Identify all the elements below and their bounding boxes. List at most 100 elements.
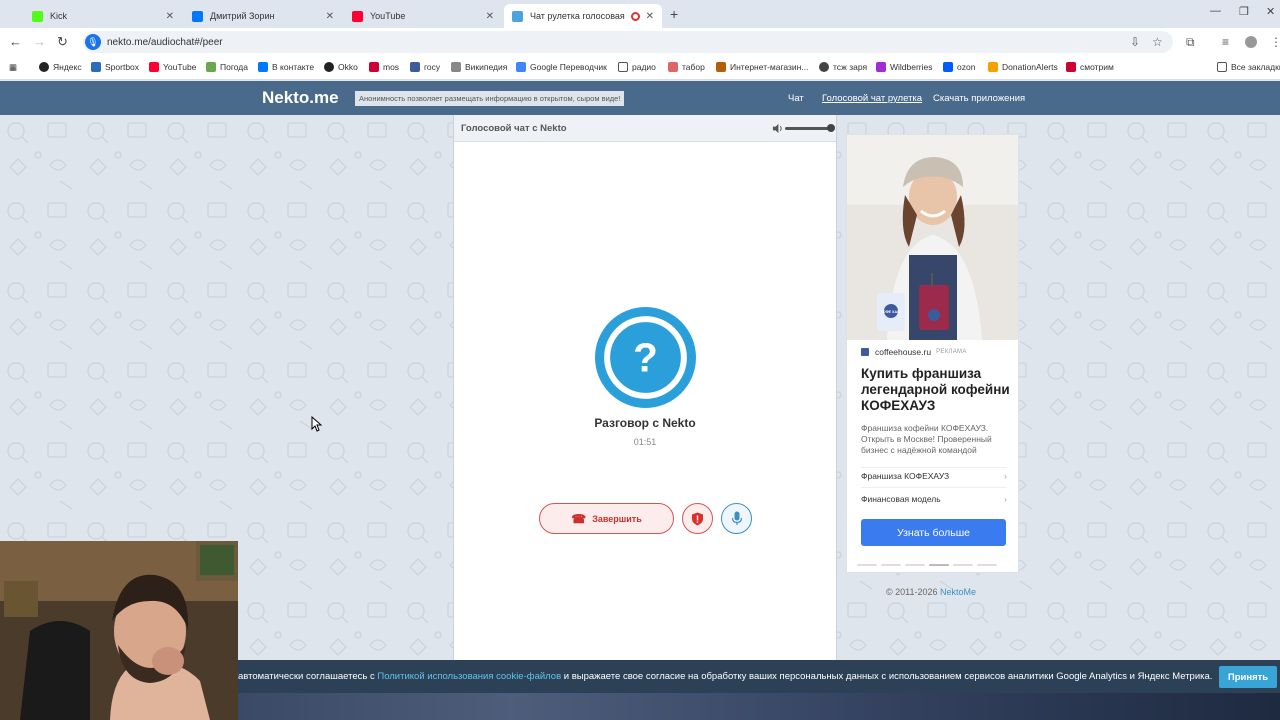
ad-divider [861, 487, 1007, 488]
okko-icon [324, 62, 334, 72]
ad-carousel-indicator [857, 564, 997, 566]
ad-link-financial-model[interactable]: Финансовая модель › [861, 494, 1007, 504]
cookie-accept-button[interactable]: Принять [1219, 666, 1277, 688]
install-app-icon[interactable]: ⇩ [1130, 35, 1140, 49]
close-tab-icon[interactable]: ✕ [646, 11, 654, 22]
report-button[interactable] [682, 503, 713, 534]
bookmark-tabor[interactable]: табор [668, 62, 705, 72]
ad-domain[interactable]: coffeehouse.ru РЕКЛАМА [861, 347, 967, 357]
copyright-text: © 2011-2026 [886, 587, 938, 597]
bookmark-weather[interactable]: Погода [206, 62, 248, 72]
close-tab-icon[interactable]: ✕ [166, 11, 174, 22]
minimize-icon[interactable]: — [1210, 5, 1221, 17]
bookmark-yandex[interactable]: Яндекс [39, 62, 82, 72]
end-call-button[interactable]: ☎ Завершить [539, 503, 674, 534]
new-tab-icon[interactable]: + [670, 6, 678, 22]
carousel-dot[interactable] [929, 564, 949, 566]
bookmark-label: Sportbox [105, 62, 140, 72]
bookmark-all-bookmarks[interactable]: Все закладки [1217, 62, 1280, 72]
address-bar[interactable]: 🎙 nekto.me/audiochat#/peer [83, 31, 1173, 53]
cookie-consent-text: автоматически соглашаетесь с Политикой и… [238, 671, 1212, 682]
reload-icon[interactable]: ↻ [57, 34, 68, 50]
close-window-icon[interactable]: ✕ [1266, 5, 1275, 18]
microphone-icon [731, 511, 742, 525]
ozon-icon [943, 62, 953, 72]
bookmark-google-translate[interactable]: Google Переводчик [516, 62, 607, 72]
carousel-dot[interactable] [881, 564, 901, 566]
nav-link-voice-chat[interactable]: Голосовой чат рулетка [822, 93, 922, 104]
wildberries-icon [876, 62, 886, 72]
question-icon: ? [633, 335, 658, 381]
bookmark-mos[interactable]: mos [369, 62, 399, 72]
forward-icon[interactable]: → [33, 34, 46, 49]
url-text: nekto.me/audiochat#/peer [107, 36, 223, 48]
volume-slider-handle[interactable] [827, 124, 835, 132]
microphone-site-icon[interactable]: 🎙 [85, 34, 101, 50]
bookmark-ozon[interactable]: ozon [943, 62, 975, 72]
maximize-icon[interactable]: ❐ [1239, 5, 1249, 18]
site-logo[interactable]: Nekto.me [262, 88, 339, 108]
chat-header-title: Голосовой чат с Nekto [461, 122, 567, 134]
reading-list-icon[interactable]: ≡ [1222, 35, 1229, 49]
cookie-text-before: автоматически соглашаетесь с [238, 671, 378, 682]
shield-alert-icon [692, 512, 703, 525]
bookmark-donationalerts[interactable]: DonationAlerts [988, 62, 1058, 72]
nav-link-download-apps[interactable]: Скачать приложения [933, 93, 1025, 104]
bookmark-wikipedia[interactable]: Википедия [451, 62, 507, 72]
bookmark-gosu[interactable]: госу [410, 62, 440, 72]
nekto-favicon-icon [512, 10, 523, 22]
profile-avatar-icon[interactable] [1245, 36, 1257, 48]
ad-learn-more-button[interactable]: Узнать больше [861, 519, 1006, 546]
bookmark-vk[interactable]: В контакте [258, 62, 314, 72]
bookmark-sportbox[interactable]: Sportbox [91, 62, 139, 72]
volume-icon[interactable] [772, 123, 783, 134]
carousel-dot[interactable] [905, 564, 925, 566]
carousel-dot[interactable] [953, 564, 973, 566]
nav-link-chat[interactable]: Чат [788, 93, 804, 104]
volume-slider[interactable] [785, 127, 831, 130]
bookmark-label: Okko [338, 62, 358, 72]
browser-tab-vk[interactable]: Дмитрий Зорин ✕ [184, 4, 342, 28]
ad-photo[interactable]: КОФЕ ХАУЗ [847, 135, 1018, 340]
copyright-link[interactable]: NektoMe [940, 587, 976, 597]
bookmark-label: mos [383, 62, 400, 72]
ad-title[interactable]: Купить франшиза легендарной кофейни КОФЕ… [861, 366, 1011, 414]
bookmark-okko[interactable]: Okko [324, 62, 358, 72]
extensions-icon[interactable]: ⧉ [1186, 35, 1195, 50]
back-icon[interactable]: ← [9, 34, 22, 49]
bookmark-tszh[interactable]: тсж заря [819, 62, 867, 72]
bookmark-label: смотрим [1080, 62, 1114, 72]
browser-tab-youtube[interactable]: YouTube ✕ [344, 4, 502, 28]
browser-tab-strip: Kick ✕ Дмитрий Зорин ✕ YouTube ✕ Чат рул… [0, 0, 1280, 28]
bookmark-folder-radio[interactable]: радио [618, 62, 656, 72]
ad-description: Франшиза кофейни КОФЕХАУЗ. Открыть в Мос… [861, 423, 992, 455]
bookmark-shop[interactable]: Интернет-магазин... [716, 62, 808, 72]
ad-cup-label: КОФЕ ХАУЗ [881, 310, 903, 314]
cookie-text-after: и выражаете свое согласие на обработку в… [561, 671, 1213, 682]
carousel-dot[interactable] [857, 564, 877, 566]
bookmark-label: Wildberries [890, 62, 933, 72]
advertisement[interactable]: КОФЕ ХАУЗ coffeehouse.ru РЕКЛАМА Купить … [846, 134, 1019, 573]
bookmark-label: ozon [957, 62, 976, 72]
ad-link-franchise[interactable]: Франшиза КОФЕХАУЗ › [861, 471, 1007, 481]
bookmark-smotrim[interactable]: смотрим [1066, 62, 1114, 72]
bookmark-label: В контакте [272, 62, 315, 72]
ad-divider [861, 467, 1007, 468]
browser-tab-kick[interactable]: Kick ✕ [24, 4, 182, 28]
smotrim-icon [1066, 62, 1076, 72]
menu-kebab-icon[interactable]: ⋮ [1270, 35, 1280, 49]
weather-icon [206, 62, 216, 72]
copyright: © 2011-2026 NektoMe [886, 587, 976, 597]
apps-grid-icon[interactable]: ▦ [9, 62, 17, 73]
bookmark-wildberries[interactable]: Wildberries [876, 62, 933, 72]
carousel-dot[interactable] [977, 564, 997, 566]
close-tab-icon[interactable]: ✕ [326, 11, 334, 22]
browser-tab-nekto[interactable]: Чат рулетка голосовая — ✕ [504, 4, 662, 28]
bookmarks-bar: ▦ Яндекс Sportbox YouTube Погода В конта… [0, 56, 1280, 80]
bookmark-youtube[interactable]: YouTube [149, 62, 196, 72]
bookmark-star-icon[interactable]: ☆ [1152, 35, 1163, 49]
close-tab-icon[interactable]: ✕ [486, 11, 494, 22]
microphone-toggle-button[interactable] [721, 503, 752, 534]
cookie-policy-link[interactable]: Политикой использования cookie-файлов [377, 671, 561, 682]
bookmark-label: Погода [220, 62, 248, 72]
